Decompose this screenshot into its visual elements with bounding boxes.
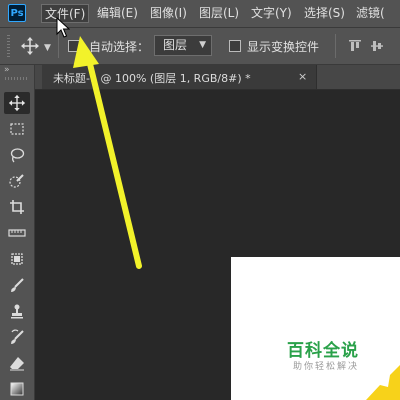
align-top-edges-icon[interactable] [348, 39, 362, 53]
history-brush-tool[interactable] [4, 326, 30, 348]
crop-tool[interactable] [4, 196, 30, 218]
gradient-tool-icon [10, 382, 24, 396]
auto-select-checkbox[interactable] [68, 40, 80, 52]
marquee-tool[interactable] [4, 118, 30, 140]
menu-filter[interactable]: 滤镜( [353, 4, 388, 23]
watermark-slogan: 助你轻松解决 [293, 362, 360, 372]
menu-select[interactable]: 选择(S) [301, 4, 348, 23]
lasso-tool[interactable] [4, 144, 30, 166]
healing-brush-tool[interactable] [4, 248, 30, 270]
menu-layer[interactable]: 图层(L) [196, 4, 242, 23]
show-transform-controls-checkbox[interactable] [229, 40, 241, 52]
align-vertical-centers-icon[interactable] [370, 39, 384, 53]
tools-panel: » [0, 65, 35, 400]
history-brush-tool-icon [11, 329, 24, 344]
auto-select-label: 自动选择： [89, 40, 150, 54]
dropdown-value: 图层 [163, 38, 188, 52]
show-transform-controls-label: 显示变换控件 [247, 40, 320, 54]
tool-preset-chevron-icon[interactable]: ▼ [44, 43, 51, 53]
mouse-pointer-icon [56, 17, 70, 38]
clone-stamp-tool-icon [11, 304, 23, 319]
separator [335, 34, 336, 58]
quick-selection-tool-icon [9, 174, 24, 188]
quick-selection-tool[interactable] [4, 170, 30, 192]
eraser-tool[interactable] [4, 352, 30, 374]
chevron-down-icon: ▼ [199, 40, 206, 50]
watermark-logo-text: 百科全说 [287, 341, 359, 361]
ruler-tool-icon [8, 229, 26, 237]
menu-edit[interactable]: 编辑(E) [94, 4, 141, 23]
options-bar-grip[interactable] [7, 35, 10, 57]
auto-select-target-dropdown[interactable]: 图层 ▼ [154, 35, 212, 56]
lasso-tool-icon [10, 148, 25, 163]
ruler-tool[interactable] [4, 222, 30, 244]
move-tool-icon [8, 94, 26, 112]
collapse-panel-icon[interactable]: » [4, 65, 9, 75]
watermark-corner-icon [366, 365, 400, 400]
document-tab-title: 未标题-1 @ 100% (图层 1, RGB/8#) * [53, 72, 251, 85]
document-tab[interactable]: 未标题-1 @ 100% (图层 1, RGB/8#) * × [42, 65, 317, 89]
marquee-tool-icon [10, 123, 24, 135]
photoshop-logo[interactable]: Ps [8, 4, 26, 22]
crop-tool-icon [10, 200, 24, 214]
healing-brush-tool-icon [11, 253, 23, 265]
brush-tool[interactable] [4, 274, 30, 296]
clone-stamp-tool[interactable] [4, 300, 30, 322]
eraser-tool-icon [10, 357, 24, 371]
close-icon[interactable]: × [298, 70, 307, 83]
tools-panel-grip[interactable] [5, 77, 29, 80]
gradient-tool[interactable] [4, 378, 30, 400]
brush-tool-icon [11, 278, 24, 292]
menu-image[interactable]: 图像(I) [147, 4, 190, 23]
move-tool[interactable] [4, 92, 30, 114]
document-tab-bar: 未标题-1 @ 100% (图层 1, RGB/8#) * × [35, 65, 400, 90]
move-tool-icon[interactable] [20, 36, 40, 56]
menu-type[interactable]: 文字(Y) [248, 4, 295, 23]
